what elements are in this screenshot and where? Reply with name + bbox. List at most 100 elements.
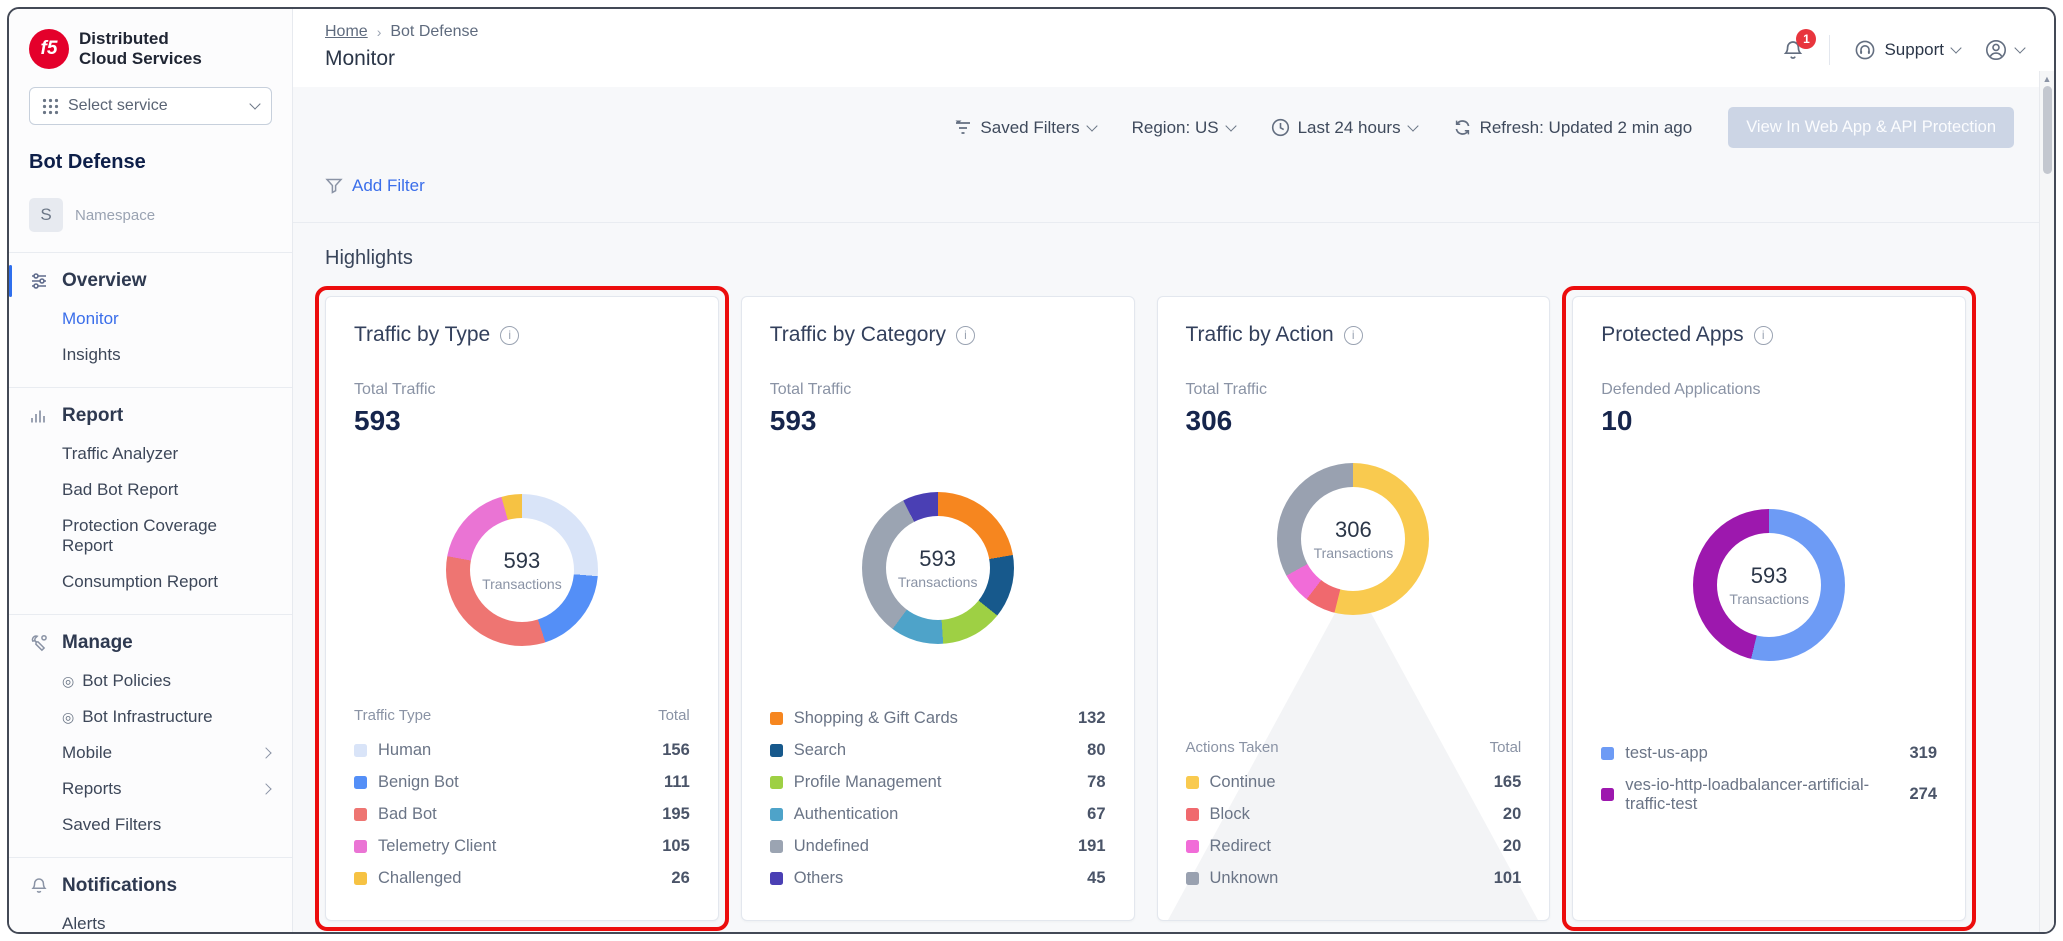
sidebar-item-protection-coverage-report[interactable]: Protection Coverage Report [9, 508, 292, 564]
donut-center-value: 593 [919, 546, 956, 572]
legend-value: 67 [1087, 805, 1105, 824]
highlight-box-protected-apps: Protected AppsiDefended Applications1059… [1572, 296, 1966, 921]
scrollbar-thumb[interactable] [2043, 86, 2052, 174]
donut-hole: 306 Transactions [1301, 487, 1405, 591]
legend-value: 45 [1087, 869, 1105, 888]
card-traffic-by-type: Traffic by TypeiTotal Traffic593593Trans… [325, 296, 719, 921]
divider [9, 387, 292, 388]
account-menu[interactable] [1984, 38, 2024, 62]
sidebar-item-bad-bot-report[interactable]: Bad Bot Report [9, 472, 292, 508]
overview-icon [29, 271, 49, 291]
sidebar-section-overview[interactable]: Overview [9, 257, 292, 301]
donut-hole: 593Transactions [470, 518, 574, 622]
legend-item: Shopping & Gift Cards132 [770, 702, 1106, 734]
sidebar-section-report[interactable]: Report [9, 392, 292, 436]
sidebar-item-bot-policies[interactable]: ◎Bot Policies [9, 663, 292, 699]
saved-filters-dropdown[interactable]: Saved Filters [954, 118, 1095, 138]
card-title-row: Traffic by Action i [1186, 323, 1522, 347]
legend-swatch [1186, 776, 1199, 789]
donut-center-label: Transactions [1314, 545, 1394, 561]
support-label: Support [1884, 40, 1944, 60]
notifications-button[interactable]: 1 [1781, 38, 1805, 62]
sidebar-item-reports[interactable]: Reports [9, 771, 292, 807]
app-window: f5 DistributedCloud Services Select serv… [7, 7, 2056, 934]
user-icon [1984, 38, 2008, 62]
legend-label: test-us-app [1625, 744, 1708, 763]
card-title-row: Protected Appsi [1601, 323, 1937, 347]
saved-filters-label: Saved Filters [980, 118, 1079, 138]
legend: Actions TakenTotalContinue165Block20Redi… [1186, 739, 1522, 894]
legend-swatch [354, 872, 367, 885]
breadcrumb: Home › Bot Defense [325, 23, 478, 41]
refresh-control[interactable]: Refresh: Updated 2 min ago [1453, 118, 1693, 138]
legend-value: 26 [671, 869, 689, 888]
donut-center-value: 306 [1335, 517, 1372, 543]
info-icon[interactable]: i [1754, 326, 1773, 345]
sidebar-section-label: Manage [62, 632, 133, 654]
card-title: Traffic by Category [770, 323, 946, 347]
sidebar-section-manage[interactable]: Manage [9, 619, 292, 663]
sidebar-item-mobile[interactable]: Mobile [9, 735, 292, 771]
highlight-box-traffic-by-action: Traffic by Action i Total Traffic 306306 Tra… [1157, 296, 1551, 921]
scrollbar[interactable]: ▲ [2039, 71, 2054, 932]
legend-label: Block [1210, 805, 1250, 824]
donut-center-value: 593 [504, 548, 541, 574]
sidebar-item-alerts[interactable]: Alerts [9, 906, 292, 932]
sidebar-section-label: Notifications [62, 875, 177, 897]
legend-value: 111 [664, 773, 690, 792]
select-service-label: Select service [68, 97, 168, 115]
legend-label: Telemetry Client [378, 837, 496, 856]
page-title: Monitor [325, 47, 478, 71]
sidebar-item-insights[interactable]: Insights [9, 337, 292, 373]
sidebar-item-saved-filters[interactable]: Saved Filters [9, 807, 292, 843]
metric-value: 593 [354, 405, 690, 437]
view-in-waap-button[interactable]: View In Web App & API Protection [1728, 107, 2014, 148]
legend-item: test-us-app 319 [1601, 737, 1937, 769]
manage-icon [29, 633, 49, 653]
breadcrumb-home-link[interactable]: Home [325, 23, 368, 41]
info-icon[interactable]: i [956, 326, 975, 345]
info-icon[interactable]: i [500, 326, 519, 345]
sidebar-item-label: Protection Coverage Report [62, 516, 270, 556]
metric-label: Total Traffic [1186, 381, 1522, 399]
grid-icon [42, 98, 59, 115]
refresh-label: Refresh: Updated 2 min ago [1480, 118, 1693, 138]
sidebar-section-notifications[interactable]: Notifications [9, 862, 292, 906]
legend-swatch [354, 776, 367, 789]
namespace-selector[interactable]: S Namespace [29, 198, 272, 232]
legend-swatch [1186, 872, 1199, 885]
clock-icon [1271, 118, 1290, 137]
card-title: Traffic by Action [1186, 323, 1334, 347]
f5-logo-icon: f5 [29, 29, 69, 69]
info-icon[interactable]: i [1344, 326, 1363, 345]
card-metric: Defended Applications10 [1601, 381, 1937, 437]
add-filter-button[interactable]: Add Filter [325, 176, 425, 196]
cards-row: Traffic by TypeiTotal Traffic593593Trans… [293, 288, 2054, 921]
legend-item: Unknown101 [1186, 862, 1522, 894]
select-service-dropdown[interactable]: Select service [29, 87, 272, 125]
legend-item: Block20 [1186, 798, 1522, 830]
legend-header-label: Actions Taken [1186, 739, 1279, 756]
brand-logo[interactable]: f5 DistributedCloud Services [29, 29, 272, 69]
legend-item: Bad Bot195 [354, 798, 690, 830]
donut-chart: 306 Transactions [1277, 463, 1429, 615]
scroll-up-arrow[interactable]: ▲ [2043, 71, 2052, 86]
legend-label: Unknown [1210, 869, 1279, 888]
legend: Traffic TypeTotalHuman156Benign Bot111Ba… [354, 707, 690, 894]
filter-toolbar: Saved Filters Region: US Last 24 hours [293, 87, 2054, 148]
legend-label: Shopping & Gift Cards [794, 709, 958, 728]
region-dropdown[interactable]: Region: US [1132, 118, 1235, 138]
legend-header-label: Traffic Type [354, 707, 431, 724]
sidebar-item-traffic-analyzer[interactable]: Traffic Analyzer [9, 436, 292, 472]
legend-value: 319 [1909, 744, 1937, 763]
support-dropdown[interactable]: Support [1854, 39, 1960, 61]
legend-value: 191 [1078, 837, 1106, 856]
legend-value: 274 [1909, 785, 1937, 804]
time-range-dropdown[interactable]: Last 24 hours [1271, 118, 1417, 138]
sidebar-item-monitor[interactable]: Monitor [9, 301, 292, 337]
sidebar-item-bot-infrastructure[interactable]: ◎Bot Infrastructure [9, 699, 292, 735]
filter-lines-icon [954, 120, 972, 136]
sidebar-item-consumption-report[interactable]: Consumption Report [9, 564, 292, 600]
legend-swatch [354, 744, 367, 757]
highlight-box-traffic-by-category: Traffic by CategoryiTotal Traffic593593T… [741, 296, 1135, 921]
